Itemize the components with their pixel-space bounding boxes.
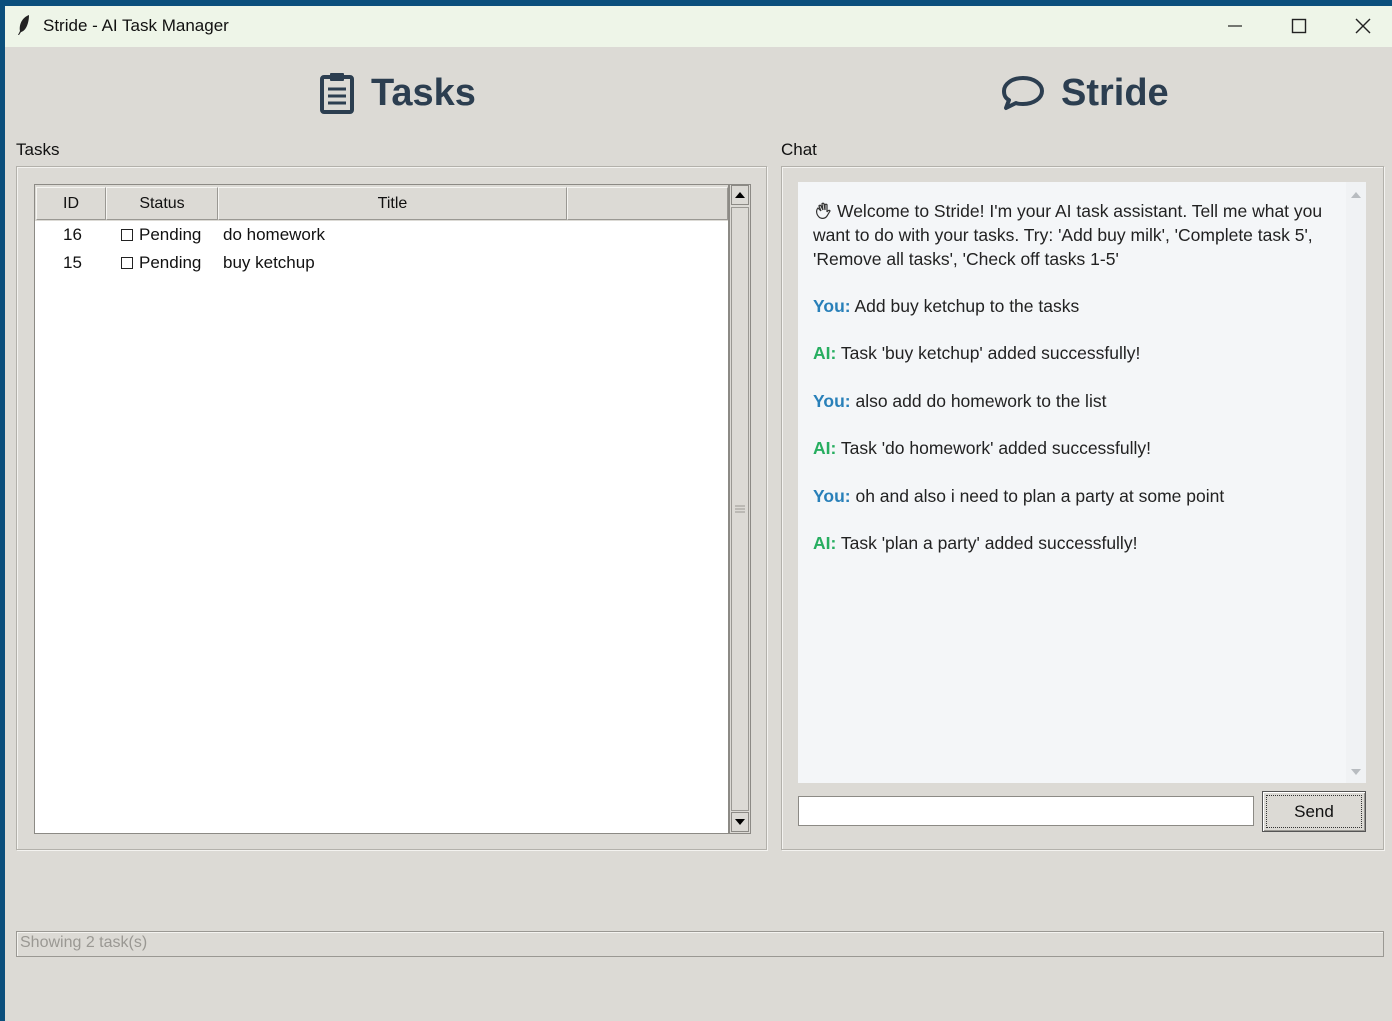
message-text: Task 'plan a party' added successfully! [840,533,1138,553]
speaker-label: AI: [813,533,837,553]
chat-frame-label: Chat [781,140,817,159]
speaker-label: You: [813,391,851,411]
column-header-extra[interactable] [567,187,728,220]
speaker-label: You: [813,486,851,506]
message-text: also add do homework to the list [855,391,1107,411]
arrow-up-icon [1351,192,1361,198]
task-table[interactable]: ID Status Title 16 Pending do homework 1… [34,184,729,834]
minimize-icon [1228,25,1242,27]
chat-message: AI: Task 'do homework' added successfull… [813,436,1333,460]
chat-message: You: Add buy ketchup to the tasks [813,294,1333,318]
speaker-label: AI: [813,438,837,458]
chat-input[interactable] [798,796,1254,826]
column-header-status[interactable]: Status [106,187,218,220]
message-text: Add buy ketchup to the tasks [854,296,1080,316]
column-header-id[interactable]: ID [36,187,106,220]
task-table-scrollbar[interactable] [729,184,751,834]
send-button[interactable]: Send [1262,791,1366,832]
chat-message: AI: Task 'plan a party' added successful… [813,531,1333,555]
cell-id: 15 [63,253,82,272]
speech-bubble-icon [1002,76,1044,110]
arrow-down-icon [1351,769,1361,775]
app-window: Stride - AI Task Manager Tasks Stride Ta… [5,6,1392,1021]
close-icon [1355,18,1371,34]
table-header: ID Status Title [35,185,728,221]
chat-message: AI: Task 'buy ketchup' added successfull… [813,341,1333,365]
maximize-button[interactable] [1267,6,1331,47]
scroll-up-button[interactable] [731,185,749,205]
clipboard-icon [320,73,354,114]
chat-message: You: oh and also i need to plan a party … [813,484,1333,508]
scroll-thumb[interactable] [731,207,749,811]
title-bar[interactable]: Stride - AI Task Manager [5,6,1392,47]
speaker-label: AI: [813,343,837,363]
cell-title: buy ketchup [223,253,315,272]
cell-id: 16 [63,225,82,244]
cell-status: Pending [121,253,201,273]
status-bar: Showing 2 task(s) [16,931,1384,957]
waving-hand-icon [816,202,831,219]
table-row[interactable]: 16 Pending do homework [35,221,728,249]
scroll-down-button[interactable] [731,812,749,832]
checkbox-icon [121,257,133,269]
maximize-icon [1291,18,1307,34]
speaker-label: You: [813,296,851,316]
table-row[interactable]: 15 Pending buy ketchup [35,249,728,277]
column-header-title[interactable]: Title [218,187,567,220]
chat-scrollbar[interactable] [1346,182,1366,783]
close-button[interactable] [1331,6,1392,47]
checkbox-icon [121,229,133,241]
cell-status: Pending [121,225,201,245]
message-text: Task 'do homework' added successfully! [840,438,1152,458]
welcome-message: Welcome to Stride! I'm your AI task assi… [813,201,1323,269]
tasks-heading-text: Tasks [371,71,476,114]
feather-icon [18,15,29,35]
window-title: Stride - AI Task Manager [43,16,229,35]
message-text: oh and also i need to plan a party at so… [855,486,1225,506]
cell-title: do homework [223,225,326,244]
grip-icon [735,505,745,513]
stride-heading-text: Stride [1061,71,1169,114]
arrow-down-icon [735,819,745,825]
tasks-heading: Tasks [319,68,476,118]
chat-message: You: also add do homework to the list [813,389,1333,413]
tasks-frame-label: Tasks [16,140,60,159]
stride-heading: Stride [1001,68,1169,118]
minimize-button[interactable] [1203,6,1267,47]
message-text: Task 'buy ketchup' added successfully! [840,343,1141,363]
arrow-up-icon [735,192,745,198]
chat-display[interactable] [798,182,1346,783]
